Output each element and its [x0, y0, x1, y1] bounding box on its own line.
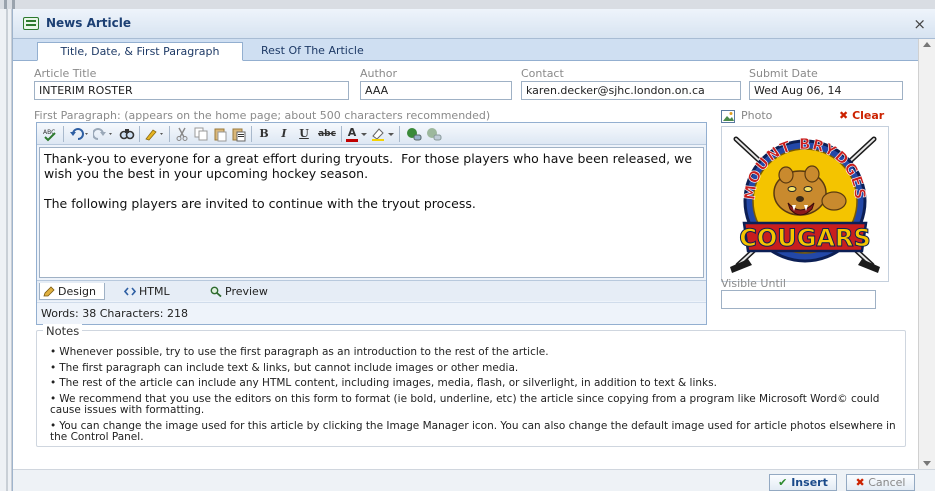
html-mode-label: HTML: [139, 285, 170, 298]
word-character-count: Words: 38 Characters: 218: [37, 302, 706, 324]
author-label: Author: [360, 67, 398, 80]
notes-panel: Notes Whenever possible, try to use the …: [36, 324, 906, 448]
first-paragraph-label: First Paragraph: (appears on the home pa…: [34, 109, 491, 122]
format-stripper-icon[interactable]: [144, 126, 166, 142]
contact-label: Contact: [521, 67, 564, 80]
editor-toolbar: ABC B I U abc A: [37, 123, 706, 145]
background-divider: [12, 0, 15, 9]
dialog-title: News Article: [46, 16, 132, 30]
cancel-x-icon: ✖: [855, 476, 865, 489]
note-item: You can change the image used for this a…: [50, 420, 900, 444]
photo-label: Photo: [741, 109, 773, 122]
clear-x-icon: ✖: [839, 109, 849, 122]
find-icon[interactable]: [119, 126, 135, 142]
undo-icon[interactable]: [69, 126, 91, 142]
preview-mode-label: Preview: [225, 285, 268, 298]
first-paragraph-editor: ABC B I U abc A Thank-you to everyone fo…: [36, 122, 707, 325]
insert-button[interactable]: ✔ Insert: [769, 474, 837, 491]
first-paragraph-content[interactable]: Thank-you to everyone for a great effort…: [39, 147, 704, 278]
clear-photo-label: Clear: [852, 109, 885, 122]
photo-header: Photo ✖ Clear: [721, 109, 889, 125]
paste-special-icon[interactable]: [231, 126, 247, 142]
code-icon: [124, 287, 136, 296]
cancel-label: Cancel: [868, 476, 906, 489]
bold-button[interactable]: B: [257, 126, 271, 142]
magnifier-icon: [210, 286, 222, 297]
copy-icon[interactable]: [193, 126, 209, 142]
paste-icon[interactable]: [212, 126, 228, 142]
tab-title-date-first-paragraph[interactable]: Title, Date, & First Paragraph: [37, 42, 243, 61]
note-item: The first paragraph can include text & l…: [50, 362, 900, 375]
highlight-dropdown-icon[interactable]: [387, 126, 395, 142]
notes-list: Whenever possible, try to use the first …: [50, 346, 900, 448]
preview-mode-tab[interactable]: Preview: [207, 283, 268, 300]
scroll-down-icon[interactable]: [923, 461, 931, 466]
italic-button[interactable]: I: [277, 126, 291, 142]
article-title-input[interactable]: INTERIM ROSTER: [34, 81, 349, 100]
font-color-button[interactable]: A: [346, 126, 358, 142]
strikethrough-button[interactable]: abc: [317, 126, 337, 142]
news-article-dialog: News Article × Title, Date, & First Para…: [12, 9, 935, 491]
author-input[interactable]: AAA: [360, 81, 512, 100]
font-color-dropdown-icon[interactable]: [360, 126, 368, 142]
insert-link-icon[interactable]: [405, 126, 423, 142]
article-title-label: Article Title: [34, 67, 97, 80]
cougars-logo-image: MOUNT BRYDGES COUGARS: [730, 135, 880, 273]
submit-date-label: Submit Date: [749, 67, 818, 80]
design-mode-tab[interactable]: Design: [39, 283, 105, 300]
note-item: We recommend that you use the editors on…: [50, 393, 900, 417]
dialog-footer: ✔ Insert ✖ Cancel: [13, 469, 935, 491]
submit-date-input[interactable]: Wed Aug 06, 14: [749, 81, 903, 100]
close-icon[interactable]: ×: [913, 15, 926, 33]
visible-until-label: Visible Until: [721, 277, 786, 290]
article-photo[interactable]: MOUNT BRYDGES COUGARS: [721, 126, 889, 282]
notes-legend: Notes: [43, 324, 83, 338]
tab-rest-of-article[interactable]: Rest Of The Article: [249, 42, 376, 61]
tab-strip: Title, Date, & First Paragraph Rest Of T…: [13, 39, 919, 61]
remove-link-icon[interactable]: [425, 126, 443, 142]
vertical-scrollbar[interactable]: [918, 39, 935, 469]
note-item: Whenever possible, try to use the first …: [50, 346, 900, 359]
background-divider: [4, 0, 7, 9]
editor-mode-bar: Design HTML Preview: [37, 280, 706, 301]
cancel-button[interactable]: ✖ Cancel: [846, 474, 915, 491]
pencil-icon: [43, 286, 55, 297]
background-window-strip: [0, 0, 935, 9]
html-mode-tab[interactable]: HTML: [121, 283, 170, 300]
logo-bottom-text: COUGARS: [739, 224, 871, 252]
clear-photo-button[interactable]: ✖ Clear: [839, 109, 884, 122]
image-manager-icon[interactable]: [721, 110, 735, 126]
cut-icon[interactable]: [174, 126, 190, 142]
visible-until-input[interactable]: [721, 290, 876, 309]
highlight-color-icon[interactable]: [370, 126, 386, 142]
scroll-up-icon[interactable]: [923, 42, 931, 47]
background-page-edge: [0, 9, 12, 491]
redo-icon[interactable]: [92, 126, 115, 142]
spellcheck-icon[interactable]: ABC: [42, 126, 58, 142]
insert-label: Insert: [791, 476, 828, 489]
note-item: The rest of the article can include any …: [50, 377, 900, 390]
design-mode-label: Design: [58, 285, 96, 298]
contact-input[interactable]: karen.decker@sjhc.london.on.ca: [521, 81, 741, 100]
window-icon: [23, 17, 39, 30]
underline-button[interactable]: U: [297, 126, 311, 142]
checkmark-icon: ✔: [778, 476, 788, 489]
dialog-titlebar[interactable]: News Article ×: [13, 9, 935, 39]
